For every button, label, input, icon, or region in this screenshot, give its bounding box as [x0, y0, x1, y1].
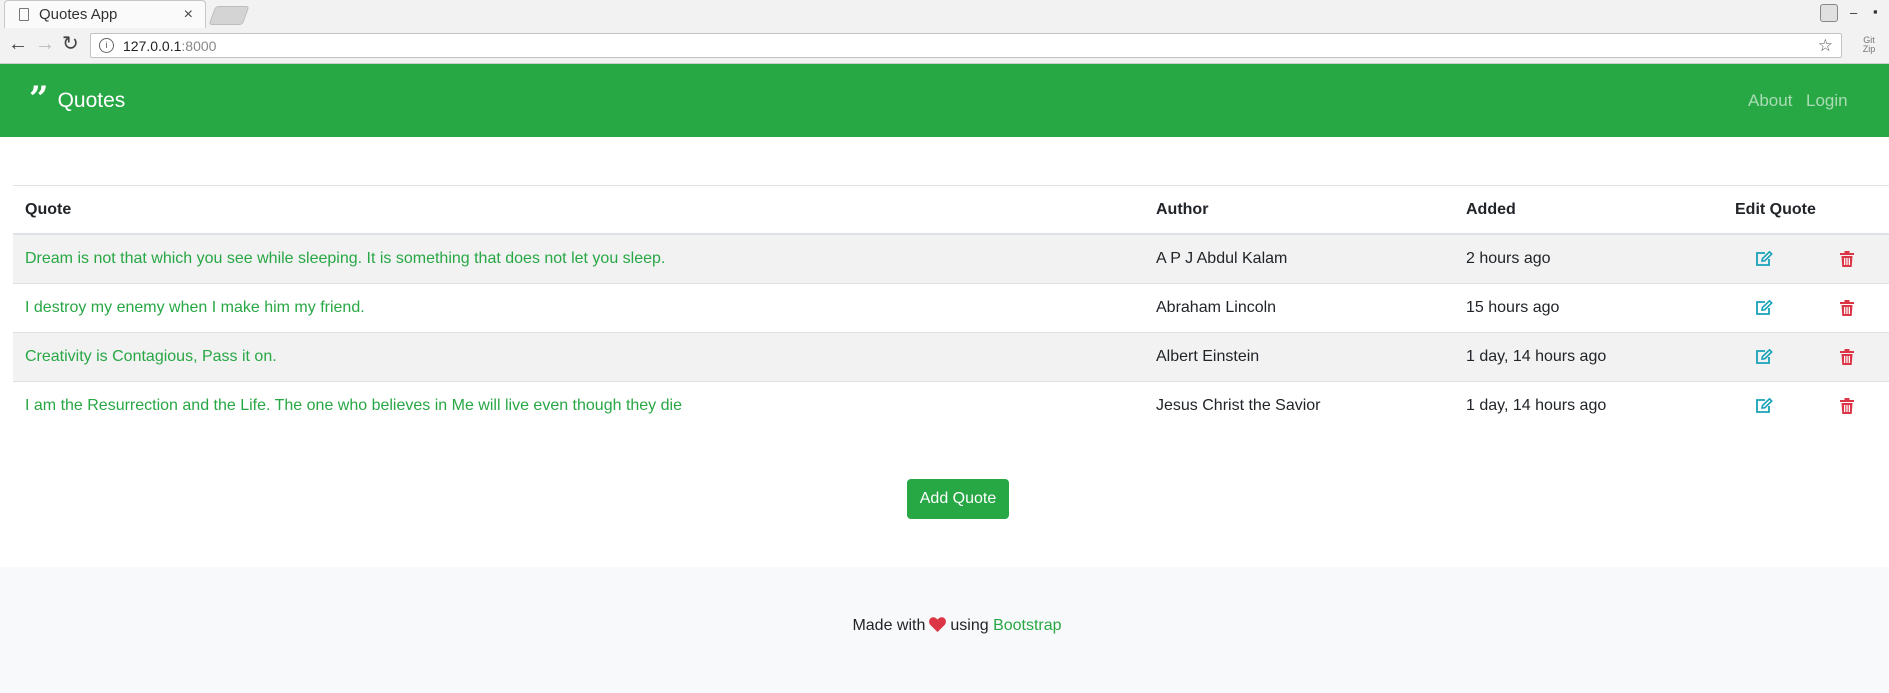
footer-made-with: Made with	[852, 617, 926, 634]
reload-icon[interactable]: ↻	[62, 34, 79, 54]
edit-cell	[1723, 381, 1805, 430]
bootstrap-link[interactable]: Bootstrap	[993, 617, 1061, 634]
trash-icon[interactable]	[1840, 397, 1854, 414]
edit-icon[interactable]	[1755, 299, 1773, 316]
edit-icon[interactable]	[1755, 250, 1773, 267]
edit-icon[interactable]	[1755, 397, 1773, 414]
add-quote-button[interactable]: Add Quote	[907, 479, 1009, 519]
url-port: :8000	[181, 37, 217, 54]
column-header-added: Added	[1454, 185, 1723, 235]
url-host: 127.0.0.1	[123, 37, 182, 54]
table-row: Dream is not that which you see while sl…	[13, 234, 1889, 284]
edit-cell	[1723, 234, 1805, 284]
nav-link-about[interactable]: About	[1748, 91, 1792, 111]
table-row: Creativity is Contagious, Pass it on. Al…	[13, 332, 1889, 382]
added-cell: 15 hours ago	[1454, 283, 1723, 333]
page-icon	[19, 8, 29, 21]
git-zip-extension-icon[interactable]: Git Zip	[1860, 36, 1878, 54]
forward-icon[interactable]: →	[35, 34, 55, 54]
minimize-icon[interactable]: –	[1850, 5, 1857, 20]
maximize-icon[interactable]: ▪	[1873, 4, 1878, 19]
quote-link[interactable]: Creativity is Contagious, Pass it on.	[25, 348, 277, 365]
delete-cell	[1805, 283, 1889, 333]
quote-cell: Creativity is Contagious, Pass it on.	[13, 332, 1144, 382]
trash-icon[interactable]	[1840, 348, 1854, 365]
delete-cell	[1805, 332, 1889, 382]
delete-cell	[1805, 234, 1889, 284]
quote-link[interactable]: I am the Resurrection and the Life. The …	[25, 397, 682, 414]
tab-close-icon[interactable]: ×	[184, 6, 193, 24]
quote-link[interactable]: I destroy my enemy when I make him my fr…	[25, 299, 365, 316]
quotes-table: Quote Author Added Edit Quote Dream is n…	[13, 185, 1889, 430]
edit-icon[interactable]	[1755, 348, 1773, 365]
table-header-row: Quote Author Added Edit Quote	[13, 185, 1889, 235]
quote-cell: I destroy my enemy when I make him my fr…	[13, 283, 1144, 333]
column-header-quote: Quote	[13, 185, 1144, 235]
info-icon[interactable]: i	[99, 38, 114, 53]
navbar-brand[interactable]: ” Quotes	[29, 79, 126, 119]
author-cell: Albert Einstein	[1144, 332, 1454, 382]
author-cell: Abraham Lincoln	[1144, 283, 1454, 333]
new-tab-button[interactable]	[208, 6, 250, 25]
tab-title: Quotes App	[39, 6, 118, 23]
delete-cell	[1805, 381, 1889, 430]
column-header-edit-quote: Edit Quote	[1723, 185, 1889, 235]
heart-icon	[929, 617, 947, 632]
quote-left-icon: ”	[29, 79, 49, 119]
browser-tab[interactable]: Quotes App ×	[4, 0, 206, 28]
added-cell: 2 hours ago	[1466, 250, 1551, 267]
author-cell: A P J Abdul Kalam	[1156, 250, 1288, 267]
brand-label: Quotes	[57, 89, 126, 112]
quote-cell: Dream is not that which you see while sl…	[13, 234, 1144, 284]
column-header-author: Author	[1144, 185, 1454, 235]
table-row: I am the Resurrection and the Life. The …	[13, 381, 1889, 430]
profile-icon[interactable]	[1820, 4, 1838, 22]
trash-icon[interactable]	[1840, 250, 1854, 267]
trash-icon[interactable]	[1840, 299, 1854, 316]
added-cell: 1 day, 14 hours ago	[1454, 332, 1723, 382]
bookmark-star-icon[interactable]: ☆	[1818, 36, 1833, 56]
footer-text: Made with using Bootstrap	[0, 617, 1889, 635]
footer: Made with using Bootstrap	[0, 567, 1889, 693]
quote-cell: I am the Resurrection and the Life. The …	[13, 381, 1144, 430]
nav-link-login[interactable]: Login	[1806, 91, 1848, 111]
footer-using: using	[950, 617, 989, 634]
browser-toolbar: ← → ↻ i 127.0.0.1 :8000 ☆ Git Zip	[0, 28, 1889, 64]
back-icon[interactable]: ←	[8, 34, 28, 54]
app-navbar: ” Quotes About Login	[0, 64, 1889, 137]
edit-cell	[1723, 332, 1805, 382]
edit-cell	[1723, 283, 1805, 333]
address-bar[interactable]: i 127.0.0.1 :8000 ☆	[90, 33, 1842, 58]
browser-tab-strip: Quotes App × – ▪	[0, 0, 1889, 28]
table-row: I destroy my enemy when I make him my fr…	[13, 283, 1889, 333]
quote-link[interactable]: Dream is not that which you see while sl…	[25, 250, 665, 267]
added-cell: 1 day, 14 hours ago	[1454, 381, 1723, 430]
author-cell: Jesus Christ the Savior	[1144, 381, 1454, 430]
